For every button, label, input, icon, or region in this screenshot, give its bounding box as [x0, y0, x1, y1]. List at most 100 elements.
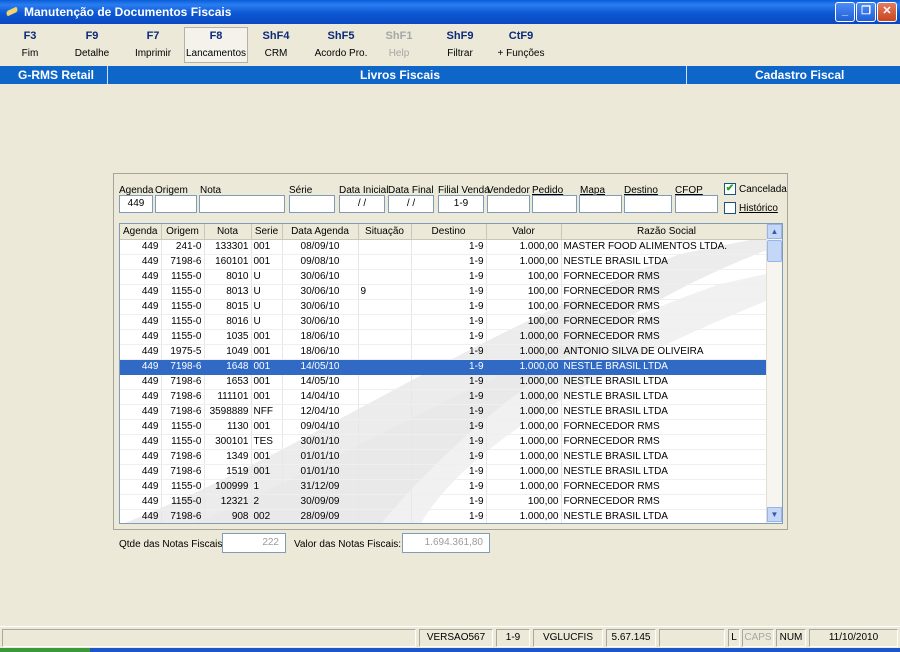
table-row[interactable]: 449 7198-6 3598889 NFF 12/04/10 1-9 1.000,00 NE… — [120, 404, 782, 420]
column-header[interactable]: Nota — [204, 224, 252, 240]
scroll-up-arrow-icon[interactable]: ▲ — [767, 224, 782, 239]
documents-panel: Agenda Origem Nota Série Data Inicial Da… — [113, 173, 788, 553]
filial-venda-field[interactable]: 1-9 — [438, 195, 484, 213]
table-cell: 449 — [120, 419, 162, 435]
table-row[interactable]: 449 241-0 133301 001 08/09/10 1-9 1.000,00 MAST… — [120, 239, 782, 255]
table-cell — [358, 419, 412, 435]
agenda-field[interactable]: 449 — [119, 195, 153, 213]
table-row[interactable]: 449 1975-5 1049 001 18/06/10 1-9 1.000,00 ANTON… — [120, 344, 782, 360]
qtde-notas-label: Qtde das Notas Fiscais: — [119, 539, 226, 550]
maximize-button[interactable]: ❐ — [856, 2, 876, 22]
documents-grid[interactable]: Agenda Origem Nota Serie Data Agenda Sit… — [119, 223, 783, 524]
table-cell: 1-9 — [411, 419, 487, 435]
table-cell: 1155-0 — [161, 269, 205, 285]
nota-field[interactable] — [199, 195, 285, 213]
table-row[interactable]: 449 1155-0 12321 2 30/09/09 1-9 100,00 FORNECED… — [120, 494, 782, 510]
data-final-field[interactable]: / / — [388, 195, 434, 213]
table-cell: 1.000,00 — [486, 449, 562, 465]
historico-checkbox[interactable] — [724, 202, 736, 214]
data-inicial-field[interactable]: / / — [339, 195, 385, 213]
table-row[interactable]: 449 1155-0 8015 U 30/06/10 1-9 100,00 FORNECEDO… — [120, 299, 782, 315]
mapa-field[interactable] — [579, 195, 622, 213]
scroll-thumb[interactable] — [767, 240, 782, 262]
table-row[interactable]: 449 7198-6 1648 001 14/05/10 1-9 1.000,00 NESTL… — [120, 359, 782, 375]
fkey-filtrar-button[interactable]: ShF9 Filtrar — [431, 30, 489, 59]
table-cell — [358, 494, 412, 510]
vendedor-field[interactable] — [487, 195, 530, 213]
table-cell: 1.000,00 — [486, 254, 562, 270]
table-cell: 100,00 — [486, 314, 562, 330]
table-cell: 449 — [120, 404, 162, 420]
fkey-imprimir-button[interactable]: F7 Imprimir — [124, 30, 182, 59]
table-row[interactable]: 449 7198-6 160101 001 09/08/10 1-9 1.000,00 NES… — [120, 254, 782, 270]
close-button[interactable]: ✕ — [877, 2, 897, 22]
column-header[interactable]: Valor — [486, 224, 562, 240]
status-bar: VERSAO567 1-9 VGLUCFIS 5.67.145 L CAPS N… — [0, 626, 900, 648]
serie-field[interactable] — [289, 195, 335, 213]
fkey-mais-funcoes-button[interactable]: CtF9 + Funções — [492, 30, 550, 59]
table-cell: 449 — [120, 494, 162, 510]
table-cell: 30/01/10 — [282, 434, 359, 450]
table-row[interactable]: 449 1155-0 1130 001 09/04/10 1-9 1.000,00 FORNE… — [120, 419, 782, 435]
grid-vertical-scrollbar[interactable]: ▲ ▼ — [766, 224, 782, 523]
table-cell: 30/06/10 — [282, 314, 359, 330]
table-cell: 1-9 — [411, 329, 487, 345]
table-cell: 2 — [251, 494, 283, 510]
minimize-button[interactable]: _ — [835, 2, 855, 22]
cfop-field[interactable] — [675, 195, 718, 213]
table-cell: 01/01/10 — [282, 449, 359, 465]
column-header[interactable]: Data Agenda — [282, 224, 359, 240]
table-cell — [358, 374, 412, 390]
table-row[interactable]: 449 1155-0 300101 TES 30/01/10 1-9 1.000,00 FOR… — [120, 434, 782, 450]
table-cell: 1-9 — [411, 509, 487, 523]
table-cell: 8010 — [204, 269, 252, 285]
column-header[interactable]: Serie — [251, 224, 283, 240]
column-header[interactable]: Situação — [358, 224, 412, 240]
table-row[interactable]: 449 1155-0 8010 U 30/06/10 1-9 100,00 FORNECEDO… — [120, 269, 782, 285]
table-cell: 7198-6 — [161, 449, 205, 465]
table-cell: 449 — [120, 269, 162, 285]
table-row[interactable]: 449 1155-0 100999 1 31/12/09 1-9 1.000,00 FORNE… — [120, 479, 782, 495]
table-cell: U — [251, 284, 283, 300]
table-cell: NFF — [251, 404, 283, 420]
table-cell: 001 — [251, 389, 283, 405]
column-header[interactable]: Razão Social — [561, 224, 773, 240]
table-cell: 28/09/09 — [282, 509, 359, 523]
table-cell: 1-9 — [411, 464, 487, 480]
table-row[interactable]: 449 7198-6 1519 001 01/01/10 1-9 1.000,00 NESTL… — [120, 464, 782, 480]
status-empty-panel — [659, 629, 725, 647]
fkey-help-button[interactable]: ShF1 Help — [370, 30, 428, 59]
fkey-label: Detalhe — [74, 48, 110, 59]
scroll-down-arrow-icon[interactable]: ▼ — [767, 507, 782, 522]
destino-field[interactable] — [624, 195, 672, 213]
fkey-fim-button[interactable]: F3 Fim — [1, 30, 59, 59]
fkey-label: Imprimir — [134, 48, 172, 59]
table-cell: U — [251, 269, 283, 285]
fkey-acordo-pro-button[interactable]: ShF5 Acordo Pro. — [308, 30, 374, 59]
column-header[interactable]: Agenda — [120, 224, 162, 240]
table-row[interactable]: 449 1155-0 1035 001 18/06/10 1-9 1.000,00 FORNE… — [120, 329, 782, 345]
table-row[interactable]: 449 1155-0 8016 U 30/06/10 1-9 100,00 FORNECEDO… — [120, 314, 782, 330]
window-title: Manutenção de Documentos Fiscais — [24, 5, 232, 19]
origem-field[interactable] — [155, 195, 197, 213]
table-row[interactable]: 449 1155-0 8013 U 30/06/10 9 1-9 100,00 FORNECED… — [120, 284, 782, 300]
cancelada-checkbox[interactable]: ✔ — [724, 183, 736, 195]
table-row[interactable]: 449 7198-6 908 002 28/09/09 1-9 1.000,00 NESTLE… — [120, 509, 782, 523]
column-header[interactable]: Destino — [411, 224, 487, 240]
header-center-title: Livros Fiscais — [360, 68, 441, 82]
fkey-crm-button[interactable]: ShF4 CRM — [247, 30, 305, 59]
column-header[interactable]: Origem — [161, 224, 205, 240]
table-cell: 7198-6 — [161, 509, 205, 523]
title-bar[interactable]: Manutenção de Documentos Fiscais _ ❐ ✕ — [0, 0, 900, 24]
table-cell: 1-9 — [411, 434, 487, 450]
table-row[interactable]: 449 7198-6 1653 001 14/05/10 1-9 1.000,00 NESTL… — [120, 374, 782, 390]
pedido-field[interactable] — [532, 195, 577, 213]
table-cell: FORNECEDOR RMS — [561, 434, 773, 450]
fkey-lancamentos-button[interactable]: F8 Lancamentos — [184, 27, 248, 63]
table-cell: 1 — [251, 479, 283, 495]
table-cell: 08/09/10 — [282, 239, 359, 255]
fkey-detalhe-button[interactable]: F9 Detalhe — [63, 30, 121, 59]
fkey-label: Help — [388, 48, 410, 59]
table-row[interactable]: 449 7198-6 111101 001 14/04/10 1-9 1.000,00 NES… — [120, 389, 782, 405]
table-row[interactable]: 449 7198-6 1349 001 01/01/10 1-9 1.000,00 NESTL… — [120, 449, 782, 465]
